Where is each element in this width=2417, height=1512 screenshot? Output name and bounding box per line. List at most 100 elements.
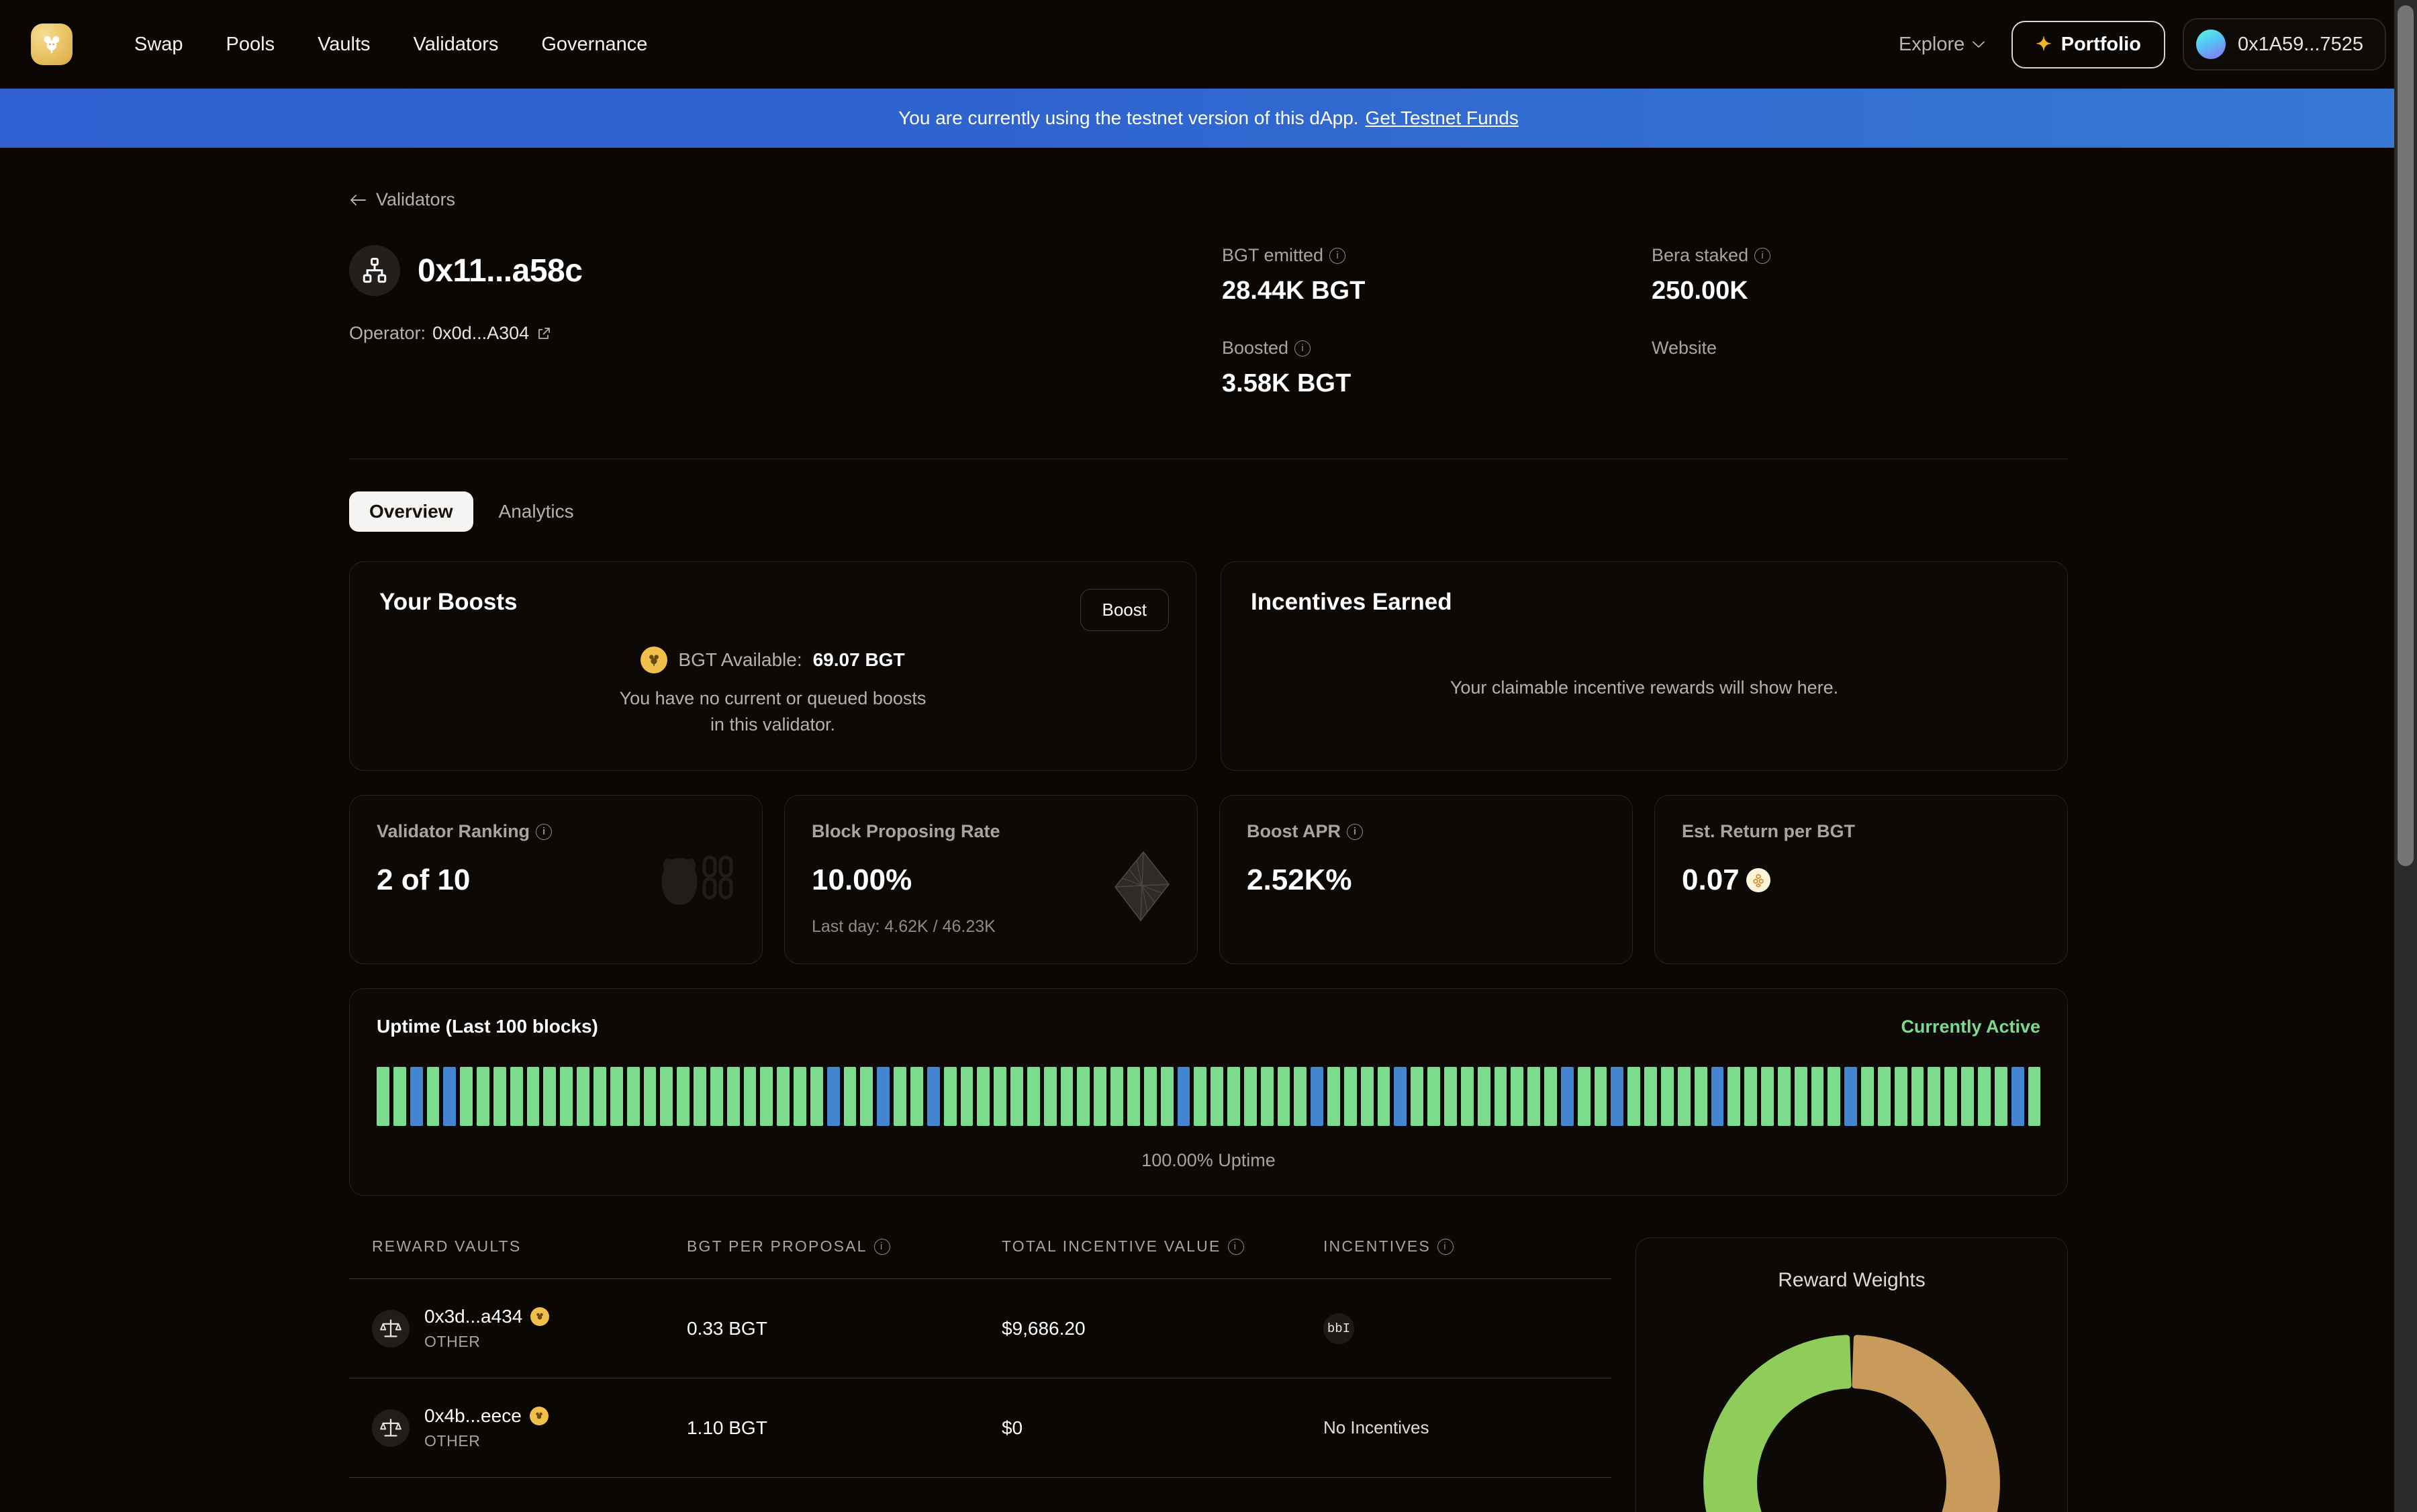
- nav-link-swap[interactable]: Swap: [113, 27, 205, 62]
- uptime-block[interactable]: [1544, 1067, 1557, 1126]
- uptime-block[interactable]: [1027, 1067, 1040, 1126]
- uptime-block[interactable]: [1211, 1067, 1224, 1126]
- get-testnet-funds-link[interactable]: Get Testnet Funds: [1366, 107, 1519, 129]
- uptime-block[interactable]: [843, 1067, 857, 1126]
- bera-logo-icon[interactable]: [31, 23, 73, 65]
- uptime-block[interactable]: [477, 1067, 489, 1126]
- uptime-block[interactable]: [1694, 1067, 1707, 1126]
- donut-slice[interactable]: [1852, 1335, 2000, 1512]
- info-icon[interactable]: i: [1329, 247, 1346, 264]
- uptime-block[interactable]: [410, 1067, 423, 1126]
- uptime-block[interactable]: [1043, 1067, 1057, 1126]
- nav-link-pools[interactable]: Pools: [205, 27, 297, 62]
- external-link-icon[interactable]: [536, 326, 552, 342]
- uptime-block[interactable]: [460, 1067, 473, 1126]
- uptime-block[interactable]: [1811, 1067, 1824, 1126]
- uptime-block[interactable]: [826, 1067, 840, 1126]
- uptime-block[interactable]: [1277, 1067, 1290, 1126]
- uptime-block[interactable]: [577, 1067, 589, 1126]
- uptime-block[interactable]: [1644, 1067, 1657, 1126]
- uptime-block[interactable]: [960, 1067, 974, 1126]
- portfolio-button[interactable]: ✦ Portfolio: [2011, 20, 2165, 68]
- uptime-block[interactable]: [910, 1067, 923, 1126]
- uptime-block[interactable]: [1994, 1067, 2007, 1126]
- uptime-block[interactable]: [1177, 1067, 1190, 1126]
- uptime-block[interactable]: [393, 1067, 406, 1126]
- uptime-block[interactable]: [1260, 1067, 1274, 1126]
- uptime-block[interactable]: [1527, 1067, 1541, 1126]
- uptime-block[interactable]: [1010, 1067, 1023, 1126]
- uptime-block[interactable]: [1794, 1067, 1807, 1126]
- token-chip[interactable]: bbI: [1323, 1313, 1354, 1344]
- uptime-block[interactable]: [1460, 1067, 1474, 1126]
- uptime-block[interactable]: [994, 1067, 1007, 1126]
- info-icon[interactable]: i: [873, 1238, 890, 1255]
- uptime-block[interactable]: [1444, 1067, 1457, 1126]
- info-icon[interactable]: i: [1347, 823, 1363, 840]
- nav-link-vaults[interactable]: Vaults: [296, 27, 391, 62]
- boost-button[interactable]: Boost: [1080, 589, 1169, 631]
- uptime-block[interactable]: [977, 1067, 990, 1126]
- uptime-block[interactable]: [1110, 1067, 1123, 1126]
- explore-dropdown[interactable]: Explore: [1889, 27, 1994, 62]
- uptime-block[interactable]: [1127, 1067, 1140, 1126]
- uptime-block[interactable]: [1844, 1067, 1858, 1126]
- tab-overview[interactable]: Overview: [349, 491, 473, 532]
- table-row[interactable]: 0x3d...a434 OTHER 0.33 BGT $9,686.20 bbI: [349, 1278, 1611, 1378]
- info-icon[interactable]: i: [536, 823, 553, 840]
- wallet-button[interactable]: 0x1A59...7525: [2182, 18, 2386, 70]
- donut-slice[interactable]: [1703, 1335, 1852, 1512]
- uptime-block[interactable]: [1711, 1067, 1724, 1126]
- uptime-block[interactable]: [1077, 1067, 1090, 1126]
- uptime-block[interactable]: [1944, 1067, 1958, 1126]
- uptime-block[interactable]: [1611, 1067, 1624, 1126]
- uptime-block[interactable]: [1677, 1067, 1691, 1126]
- uptime-block[interactable]: [377, 1067, 389, 1126]
- uptime-block[interactable]: [1360, 1067, 1374, 1126]
- nav-link-governance[interactable]: Governance: [520, 27, 669, 62]
- uptime-block[interactable]: [1744, 1067, 1758, 1126]
- uptime-block[interactable]: [1660, 1067, 1674, 1126]
- uptime-block[interactable]: [1761, 1067, 1774, 1126]
- uptime-block[interactable]: [1911, 1067, 1924, 1126]
- uptime-block[interactable]: [894, 1067, 906, 1126]
- uptime-block[interactable]: [443, 1067, 457, 1126]
- uptime-block[interactable]: [1294, 1067, 1307, 1126]
- uptime-block[interactable]: [777, 1067, 790, 1126]
- uptime-block[interactable]: [877, 1067, 890, 1126]
- info-icon[interactable]: i: [1227, 1238, 1244, 1255]
- uptime-block[interactable]: [1828, 1067, 1841, 1126]
- info-icon[interactable]: i: [1437, 1238, 1454, 1255]
- uptime-block[interactable]: [610, 1067, 623, 1126]
- uptime-block[interactable]: [643, 1067, 657, 1126]
- uptime-block[interactable]: [2011, 1067, 2024, 1126]
- uptime-block[interactable]: [760, 1067, 773, 1126]
- tab-analytics[interactable]: Analytics: [479, 491, 594, 532]
- uptime-block[interactable]: [493, 1067, 506, 1126]
- uptime-block[interactable]: [560, 1067, 573, 1126]
- uptime-block[interactable]: [1560, 1067, 1574, 1126]
- uptime-block[interactable]: [626, 1067, 640, 1126]
- scrollbar-thumb[interactable]: [2398, 5, 2414, 866]
- uptime-block[interactable]: [1494, 1067, 1507, 1126]
- uptime-block[interactable]: [1094, 1067, 1107, 1126]
- uptime-block[interactable]: [943, 1067, 957, 1126]
- uptime-block[interactable]: [743, 1067, 757, 1126]
- uptime-block[interactable]: [1477, 1067, 1490, 1126]
- uptime-block[interactable]: [710, 1067, 723, 1126]
- uptime-block[interactable]: [860, 1067, 873, 1126]
- uptime-block[interactable]: [1311, 1067, 1324, 1126]
- info-icon[interactable]: i: [1294, 340, 1311, 357]
- uptime-block[interactable]: [1894, 1067, 1907, 1126]
- uptime-block[interactable]: [1243, 1067, 1257, 1126]
- uptime-block[interactable]: [1194, 1067, 1207, 1126]
- uptime-block[interactable]: [1377, 1067, 1390, 1126]
- uptime-block[interactable]: [426, 1067, 440, 1126]
- uptime-block[interactable]: [1394, 1067, 1407, 1126]
- uptime-block[interactable]: [794, 1067, 806, 1126]
- uptime-block[interactable]: [810, 1067, 823, 1126]
- uptime-block[interactable]: [1861, 1067, 1874, 1126]
- uptime-block[interactable]: [927, 1067, 940, 1126]
- uptime-block[interactable]: [2028, 1067, 2041, 1126]
- uptime-block[interactable]: [593, 1067, 606, 1126]
